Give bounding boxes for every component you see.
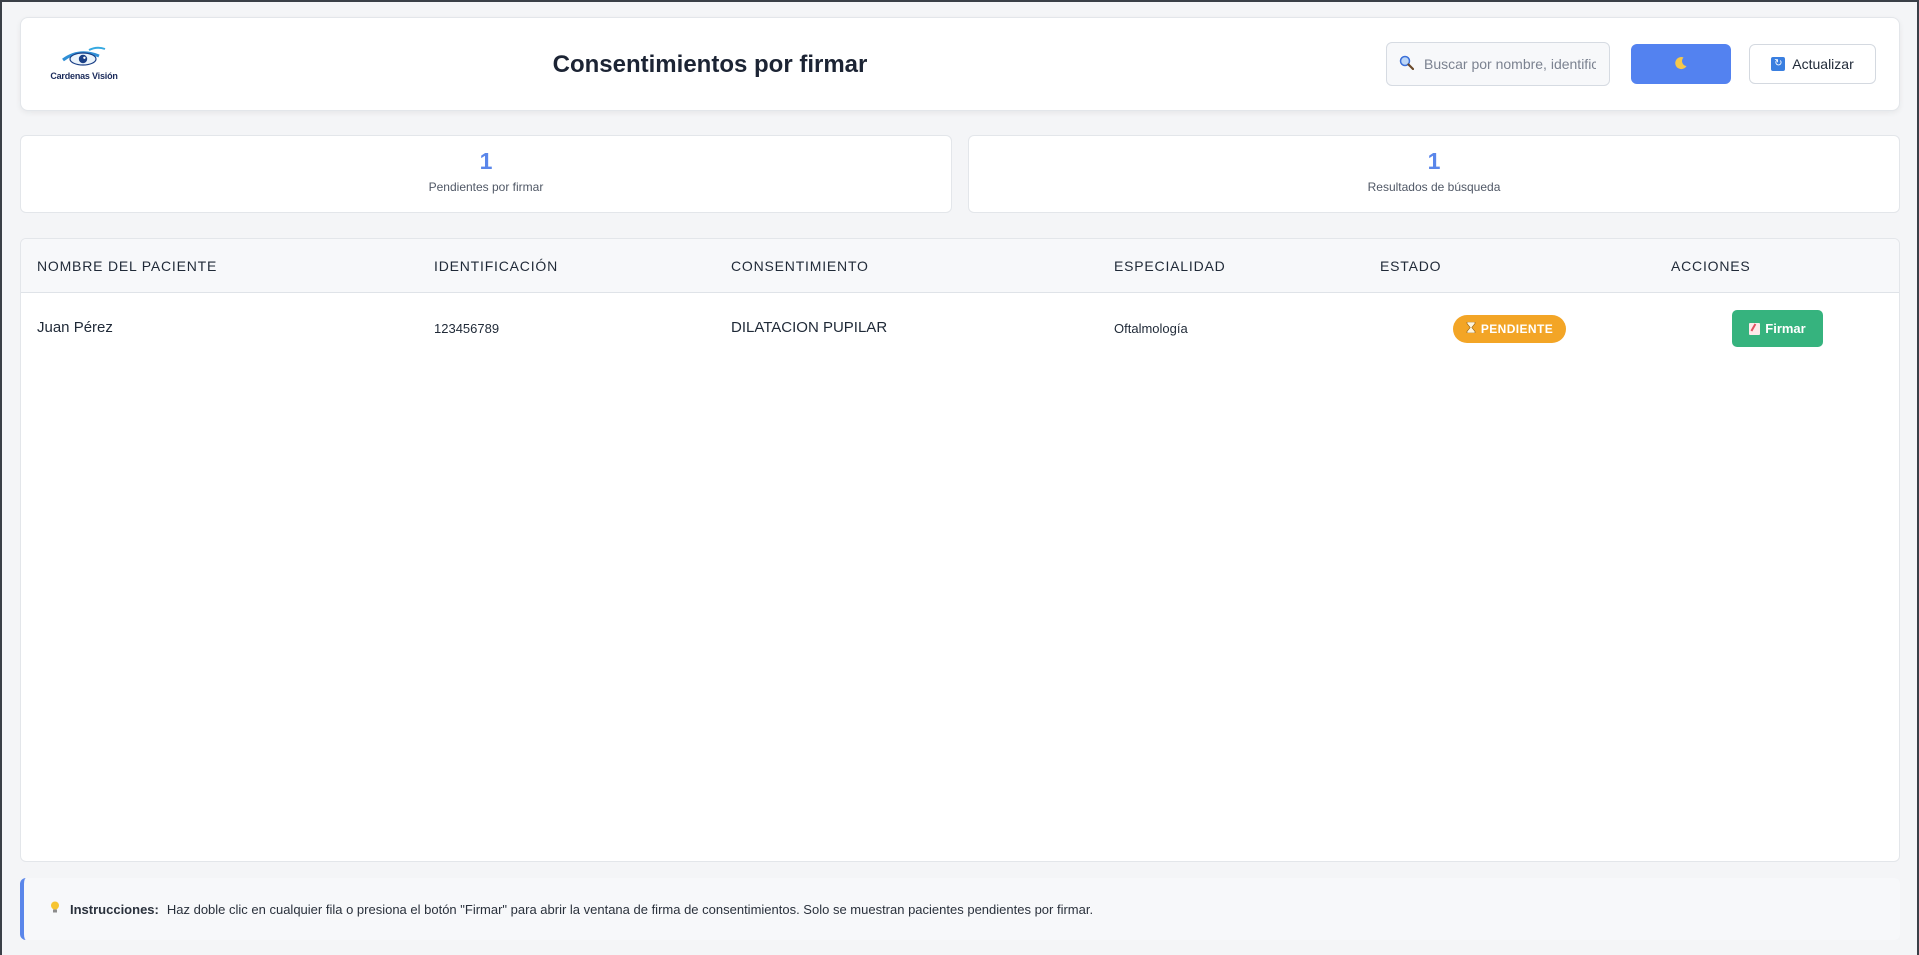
instructions-panel: Instrucciones: Haz doble clic en cualqui… (20, 878, 1900, 940)
consent-name: DILATACION PUPILAR (731, 319, 888, 336)
column-header-name: Nombre del paciente (37, 258, 218, 274)
stat-pending-value: 1 (479, 148, 493, 174)
window-frame-top (0, 0, 1919, 2)
refresh-button[interactable]: ↻ Actualizar (1749, 44, 1876, 84)
sign-button-label: Firmar (1765, 321, 1806, 336)
window-frame-left (0, 0, 2, 955)
lightbulb-icon (50, 901, 60, 917)
theme-toggle-button[interactable] (1631, 44, 1731, 84)
search-input[interactable] (1424, 56, 1596, 72)
instructions-label: Instrucciones: (70, 901, 159, 917)
column-header-consent: Consentimiento (731, 258, 869, 274)
page-header: Cardenas Visión Consentimientos por firm… (20, 17, 1900, 111)
refresh-icon: ↻ (1771, 57, 1786, 71)
sign-pen-icon (1749, 322, 1761, 335)
stat-card-pending: 1 Pendientes por firmar (20, 135, 952, 213)
table-header: Nombre del paciente Identificación Conse… (21, 239, 1899, 293)
status-badge: PENDIENTE (1453, 315, 1566, 343)
instructions-text: Haz doble clic en cualquier fila o presi… (166, 901, 1094, 917)
stat-results-value: 1 (1427, 148, 1441, 174)
sign-button[interactable]: Firmar (1732, 310, 1823, 347)
table-row[interactable]: Juan Pérez 123456789 DILATACION PUPILAR … (21, 293, 1899, 365)
stat-pending-label: Pendientes por firmar (428, 180, 544, 194)
stat-results-label: Resultados de búsqueda (1367, 180, 1501, 194)
refresh-label: Actualizar (1792, 56, 1854, 72)
status-label: PENDIENTE (1480, 322, 1554, 336)
consents-table: Nombre del paciente Identificación Conse… (20, 238, 1900, 862)
column-header-id: Identificación (434, 258, 558, 274)
moon-icon (1674, 56, 1688, 73)
stat-card-results: 1 Resultados de búsqueda (968, 135, 1900, 213)
patient-id: 123456789 (434, 321, 500, 336)
column-header-specialty: Especialidad (1114, 258, 1226, 274)
column-header-actions: Acciones (1671, 258, 1751, 274)
hourglass-icon (1466, 321, 1476, 336)
page-title: Consentimientos por firmar (21, 51, 1899, 79)
patient-name: Juan Pérez (37, 319, 113, 336)
search-box[interactable] (1386, 42, 1610, 86)
specialty: Oftalmología (1114, 321, 1188, 336)
page-title-text: Consentimientos por firmar (552, 51, 868, 78)
search-icon (1399, 55, 1415, 73)
column-header-status: Estado (1380, 258, 1442, 274)
